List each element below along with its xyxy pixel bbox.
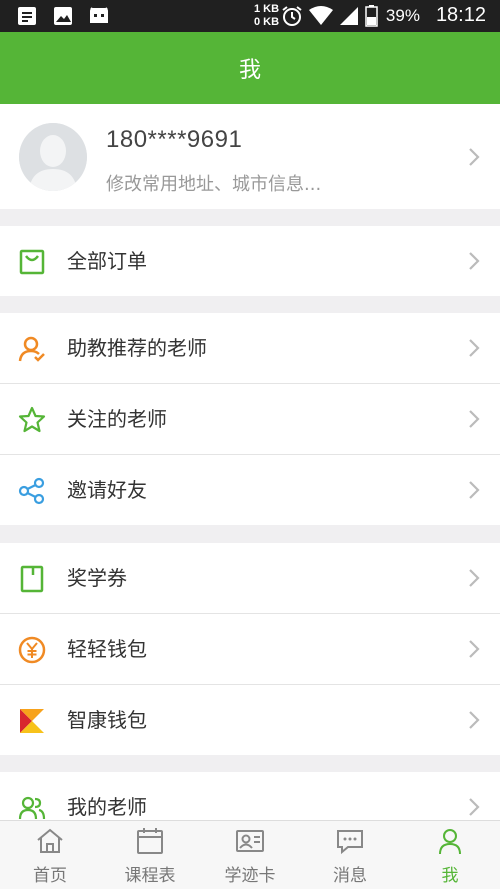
default-avatar-icon xyxy=(19,123,87,191)
share-icon xyxy=(18,477,45,505)
menu-label: 智康钱包 xyxy=(67,708,147,732)
menu-item-recommended-teachers[interactable]: 助教推荐的老师 xyxy=(0,313,500,383)
phone-number: 180****9691 xyxy=(106,126,243,153)
profile-subtitle: 修改常用地址、城市信息... xyxy=(106,174,322,195)
image-notification-icon xyxy=(54,7,72,25)
star-icon xyxy=(18,406,46,433)
message-icon xyxy=(337,830,363,855)
menu-label: 奖学券 xyxy=(67,566,127,590)
menu-item-scholarship[interactable]: 奖学券 xyxy=(0,543,500,613)
chevron-right-icon xyxy=(469,711,480,729)
network-speed: 1 KB 0 KB xyxy=(254,3,279,29)
menu-item-zhikang-wallet[interactable]: 智康钱包 xyxy=(0,685,500,755)
tab-study-card[interactable]: 学迹卡 xyxy=(200,821,300,889)
net-down: 0 KB xyxy=(254,16,280,28)
battery-percent: 39% xyxy=(385,5,420,25)
home-icon xyxy=(37,828,63,853)
app-notification-icon xyxy=(90,7,108,23)
tab-label: 首页 xyxy=(33,866,67,886)
status-bar: 1 KB 0 KB 39% 18:12 xyxy=(0,0,500,32)
document-notification-icon xyxy=(18,7,36,25)
chevron-right-icon xyxy=(469,339,480,357)
chevron-right-icon xyxy=(469,640,480,658)
menu-item-invite-friends[interactable]: 邀请好友 xyxy=(0,455,500,525)
tab-label: 学迹卡 xyxy=(224,866,276,886)
wifi-icon xyxy=(308,5,333,25)
zhikang-logo-icon xyxy=(20,709,44,733)
tab-messages[interactable]: 消息 xyxy=(300,821,400,889)
calendar-icon xyxy=(137,828,163,854)
net-up: 1 KB xyxy=(254,3,280,15)
alarm-icon xyxy=(282,5,302,26)
menu-item-orders[interactable]: 全部订单 xyxy=(0,226,500,296)
bottom-tab-bar: 首页 课程表 学迹卡 消息 我 xyxy=(0,820,500,889)
tab-schedule[interactable]: 课程表 xyxy=(100,821,200,889)
voucher-icon xyxy=(20,565,44,593)
profile-card[interactable]: 180****9691 修改常用地址、城市信息... xyxy=(0,104,500,209)
menu-label: 关注的老师 xyxy=(67,407,167,431)
avatar[interactable] xyxy=(19,123,87,191)
clock: 18:12 xyxy=(435,4,486,26)
tab-label: 我 xyxy=(441,866,459,886)
id-card-icon xyxy=(236,830,264,852)
chevron-right-icon xyxy=(469,410,480,428)
menu-label: 轻轻钱包 xyxy=(67,637,147,661)
chevron-right-icon xyxy=(469,569,480,587)
title-bar: 我 xyxy=(0,32,500,104)
chevron-right-icon xyxy=(469,252,480,270)
person-icon xyxy=(439,829,461,855)
tab-label: 消息 xyxy=(333,866,367,886)
notification-icons xyxy=(16,5,110,27)
page-title: 我 xyxy=(238,58,261,83)
menu-label: 邀请好友 xyxy=(67,478,147,502)
tab-me[interactable]: 我 xyxy=(400,821,500,889)
battery-icon xyxy=(365,4,378,27)
yen-coin-icon xyxy=(18,636,46,664)
chevron-right-icon xyxy=(469,798,480,816)
group-icon xyxy=(18,796,46,820)
tab-home[interactable]: 首页 xyxy=(0,821,100,889)
menu-label: 全部订单 xyxy=(67,249,147,273)
menu-item-followed-teachers[interactable]: 关注的老师 xyxy=(0,384,500,454)
tab-label: 课程表 xyxy=(124,866,176,886)
menu-item-light-wallet[interactable]: 轻轻钱包 xyxy=(0,614,500,684)
chevron-right-icon xyxy=(469,481,480,499)
chevron-right-icon xyxy=(469,148,480,166)
teacher-check-icon xyxy=(18,336,45,362)
shopping-bag-icon xyxy=(19,249,45,275)
signal-icon xyxy=(339,6,358,25)
menu-label: 助教推荐的老师 xyxy=(67,336,207,360)
